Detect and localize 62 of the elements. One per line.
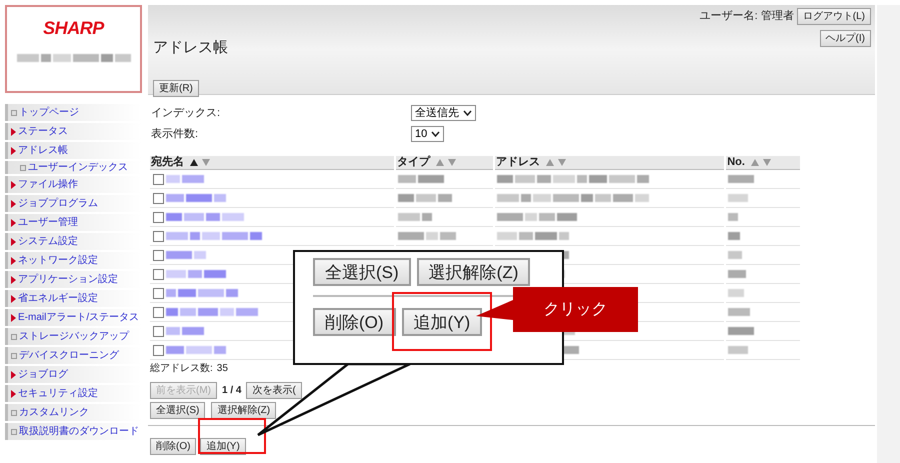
select-button[interactable]: 全選択(S) <box>313 258 411 286</box>
select-button[interactable]: 選択解除(Z) <box>416 258 530 286</box>
select-button[interactable]: 全選択(S) <box>150 402 206 419</box>
blurred-text <box>728 251 742 259</box>
checkbox[interactable] <box>153 212 164 222</box>
blurred-text <box>398 175 444 183</box>
dropdown[interactable]: 10 <box>411 126 444 142</box>
checkbox[interactable] <box>153 174 164 184</box>
checkbox[interactable] <box>153 268 164 280</box>
total-count: 35 <box>216 362 228 376</box>
action-button[interactable]: 削除(O) <box>150 438 196 455</box>
chevron-down-icon <box>431 130 440 137</box>
checkbox[interactable] <box>153 288 164 298</box>
filter-label: 表示件数: <box>151 126 200 142</box>
total-label: 総アドレス数: <box>150 362 213 376</box>
blurred-text <box>166 346 226 354</box>
checkbox[interactable] <box>153 250 164 260</box>
blurred-text <box>398 232 456 240</box>
page-indicator: 1 / 4 <box>222 384 242 398</box>
dropdown[interactable]: 全送信先 <box>411 105 476 122</box>
checkbox[interactable] <box>153 344 164 356</box>
blurred-text <box>728 175 754 183</box>
column-header[interactable]: タイプ <box>396 156 493 170</box>
next-button[interactable]: 次を表示( <box>246 382 302 399</box>
blurred-text <box>166 251 206 259</box>
column-header[interactable]: 宛先名 <box>150 156 394 170</box>
brand-logo: SHARP <box>43 17 104 40</box>
blurred-text <box>728 346 748 354</box>
checkbox[interactable] <box>153 326 164 336</box>
blurred-text <box>398 213 432 221</box>
blurred-text <box>728 194 748 202</box>
action-button[interactable]: 削除(O) <box>313 308 396 336</box>
refresh-button[interactable]: 更新(R) <box>153 80 199 96</box>
blurred-text <box>728 289 744 297</box>
checkbox[interactable] <box>153 192 164 204</box>
blurred-text <box>166 270 226 278</box>
help-button[interactable]: ヘルプ(I) <box>820 30 871 47</box>
highlight-frame <box>198 418 266 454</box>
column-header[interactable]: No. <box>726 156 800 170</box>
chevron-down-icon <box>463 110 472 116</box>
blurred-text <box>728 232 740 240</box>
blurred-text <box>166 194 226 202</box>
user-name: ユーザー名: 管理者 <box>700 9 794 24</box>
blurred-text <box>166 289 238 297</box>
filter-label: インデックス: <box>151 106 222 121</box>
checkbox[interactable] <box>153 230 164 242</box>
select-button[interactable]: 選択解除(Z) <box>211 402 276 419</box>
blurred-text <box>166 175 204 183</box>
blurred-text <box>166 327 204 335</box>
blurred-text <box>398 194 452 202</box>
column-header[interactable]: アドレス <box>494 156 724 170</box>
blurred-text <box>728 213 738 221</box>
sort-arrows-icon[interactable] <box>190 158 210 167</box>
blurred-text <box>728 308 750 316</box>
blurred-text <box>728 270 746 278</box>
logout-button[interactable]: ログアウト(L) <box>796 8 871 25</box>
callout-pointer <box>476 300 513 320</box>
checkbox[interactable] <box>153 306 164 318</box>
blurred-text <box>728 327 754 335</box>
click-label: クリック <box>513 287 638 332</box>
page-title: アドレス帳 <box>153 38 229 58</box>
action-button[interactable]: 追加(Y) <box>402 308 482 336</box>
